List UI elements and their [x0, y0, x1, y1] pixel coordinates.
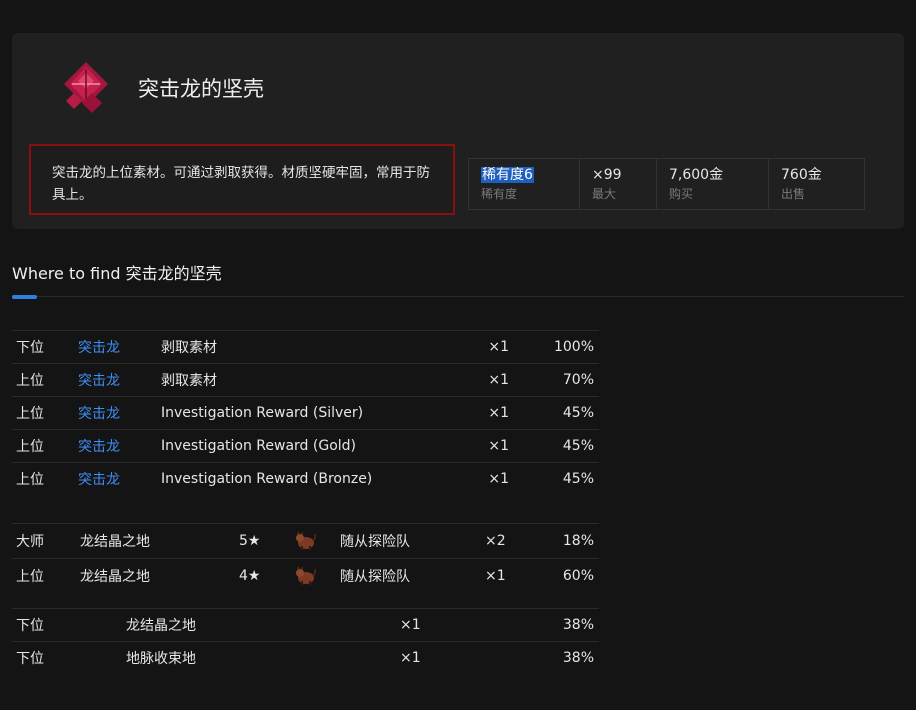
table-row: 下位 突击龙 剥取素材 ×1 100% — [12, 330, 599, 364]
qty-cell: ×1 — [485, 568, 506, 584]
chance-cell: 18% — [562, 533, 594, 549]
stat-buy-label: 购买 — [669, 187, 694, 201]
palico-icon — [296, 566, 316, 585]
item-stats: 稀有度6 稀有度 ×99 最大 7,600金 购买 760金 出售 — [468, 158, 865, 210]
stat-rarity-value: 稀有度6 — [481, 167, 534, 183]
chance-cell: 70% — [562, 372, 594, 388]
monster-drops-table: 下位 突击龙 剥取素材 ×1 100% 上位 突击龙 剥取素材 ×1 70% 上… — [12, 330, 599, 495]
stat-rarity-label: 稀有度 — [481, 187, 518, 201]
gathering-table: 下位 龙结晶之地 ×1 38% 下位 地脉收束地 ×1 38% — [12, 608, 599, 674]
stat-sell: 760金 出售 — [769, 159, 864, 209]
chance-cell: 45% — [562, 438, 594, 454]
section-title: Where to find 突击龙的坚壳 — [12, 264, 222, 283]
method-cell: 剥取素材 — [161, 373, 217, 389]
area-cell: 龙结晶之地 — [80, 569, 150, 585]
qty-cell: ×1 — [488, 339, 509, 355]
qty-cell: ×1 — [400, 650, 421, 666]
monster-link[interactable]: 突击龙 — [78, 430, 161, 463]
method-cell: Investigation Reward (Bronze) — [161, 471, 373, 487]
rank-cell: 上位 — [16, 472, 44, 488]
method-cell: Investigation Reward (Gold) — [161, 438, 357, 454]
rank-cell: 下位 — [16, 340, 44, 356]
area-cell: 龙结晶之地 — [80, 534, 150, 550]
table-row: 上位 突击龙 Investigation Reward (Bronze) ×1 … — [12, 462, 599, 496]
item-description: 突击龙的上位素材。可通过剥取获得。材质坚硬牢固，常用于防具上。 — [29, 144, 455, 215]
area-cell: 地脉收束地 — [126, 651, 196, 667]
chance-cell: 45% — [562, 405, 594, 421]
rank-cell: 上位 — [16, 406, 44, 422]
section-accent-bar — [12, 295, 37, 299]
stars-cell: 5★ — [239, 533, 261, 549]
table-row: 上位 突击龙 剥取素材 ×1 70% — [12, 363, 599, 397]
chance-cell: 38% — [562, 650, 594, 666]
crimson-diamond-shell-icon — [64, 62, 108, 113]
table-row: 上位 龙结晶之地 4★ 随从探险队 ×1 60% — [12, 558, 599, 594]
stat-buy-value: 7,600金 — [669, 167, 724, 183]
table-row: 大师 龙结晶之地 5★ 随从探险队 ×2 18% — [12, 523, 599, 559]
area-cell: 龙结晶之地 — [126, 618, 196, 634]
qty-cell: ×1 — [488, 471, 509, 487]
stat-sell-value: 760金 — [781, 167, 822, 183]
source-cell: 随从探险队 — [340, 534, 410, 550]
stat-max-value: ×99 — [592, 167, 622, 183]
rank-cell: 上位 — [16, 439, 44, 455]
stat-sell-label: 出售 — [781, 187, 806, 201]
chance-cell: 60% — [562, 568, 594, 584]
rank-cell: 下位 — [16, 618, 44, 634]
palico-icon — [296, 531, 316, 550]
table-row: 下位 龙结晶之地 ×1 38% — [12, 608, 599, 642]
stat-rarity: 稀有度6 稀有度 — [469, 159, 580, 209]
table-row: 上位 突击龙 Investigation Reward (Silver) ×1 … — [12, 396, 599, 430]
rank-cell: 上位 — [16, 569, 44, 585]
stat-max-label: 最大 — [592, 187, 617, 201]
stat-max: ×99 最大 — [580, 159, 657, 209]
item-card: 突击龙的坚壳 突击龙的上位素材。可通过剥取获得。材质坚硬牢固，常用于防具上。 稀… — [12, 33, 904, 229]
stars-cell: 4★ — [239, 568, 261, 584]
monster-link[interactable]: 突击龙 — [78, 463, 161, 496]
rank-cell: 下位 — [16, 651, 44, 667]
monster-link[interactable]: 突击龙 — [78, 364, 161, 397]
monster-link[interactable]: 突击龙 — [78, 397, 161, 430]
monster-link[interactable]: 突击龙 — [78, 331, 161, 364]
qty-cell: ×2 — [485, 533, 506, 549]
qty-cell: ×1 — [400, 617, 421, 633]
qty-cell: ×1 — [488, 372, 509, 388]
rank-cell: 大师 — [16, 534, 44, 550]
qty-cell: ×1 — [488, 438, 509, 454]
source-cell: 随从探险队 — [340, 569, 410, 585]
rank-cell: 上位 — [16, 373, 44, 389]
qty-cell: ×1 — [488, 405, 509, 421]
chance-cell: 38% — [562, 617, 594, 633]
table-row: 上位 突击龙 Investigation Reward (Gold) ×1 45… — [12, 429, 599, 463]
table-row: 下位 地脉收束地 ×1 38% — [12, 641, 599, 675]
section-divider — [12, 296, 904, 297]
method-cell: 剥取素材 — [161, 340, 217, 356]
stat-buy: 7,600金 购买 — [657, 159, 769, 209]
item-title: 突击龙的坚壳 — [138, 77, 264, 101]
method-cell: Investigation Reward (Silver) — [161, 405, 364, 421]
chance-cell: 45% — [562, 471, 594, 487]
expeditions-table: 大师 龙结晶之地 5★ 随从探险队 ×2 18% 上位 龙结晶之地 4★ 随从探… — [12, 523, 599, 593]
chance-cell: 100% — [553, 339, 594, 355]
